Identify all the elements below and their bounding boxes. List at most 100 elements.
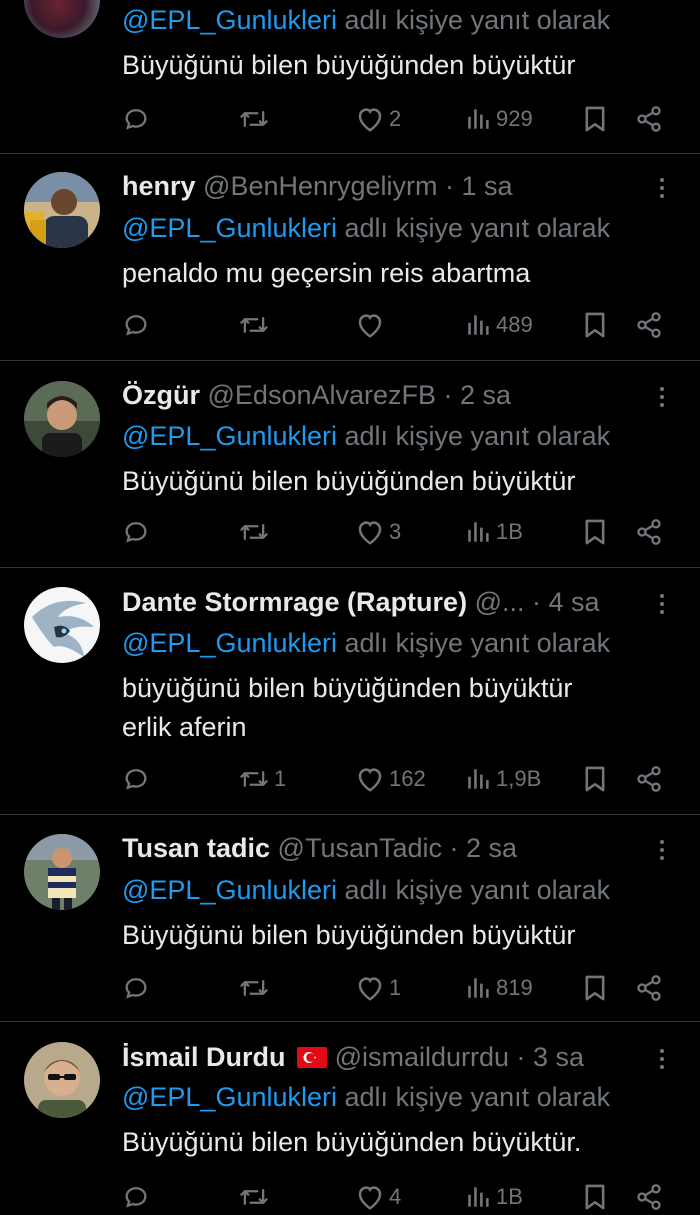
mention-link[interactable]: @EPL_Gunlukleri	[122, 1082, 337, 1112]
mention-link[interactable]: @EPL_Gunlukleri	[122, 5, 337, 35]
more-options-icon[interactable]	[652, 383, 672, 413]
user-handle[interactable]: @...	[475, 587, 525, 617]
bookmark-icon	[582, 311, 608, 339]
like-button[interactable]: 3	[355, 514, 401, 550]
reply-context: @EPL_Gunlukleri adlı kişiye yanıt olarak	[122, 1080, 610, 1114]
bookmark-button[interactable]	[582, 514, 608, 550]
repost-button[interactable]: 1	[238, 761, 286, 797]
bookmark-button[interactable]	[582, 761, 608, 797]
views-count: 1B	[496, 1184, 523, 1209]
avatar[interactable]	[24, 834, 100, 910]
timestamp[interactable]: 4 sa	[549, 587, 600, 617]
share-button[interactable]	[635, 1179, 663, 1215]
reply-context-text: adlı kişiye yanıt olarak	[337, 213, 611, 243]
user-handle[interactable]: @ismaildurrdu	[335, 1042, 509, 1072]
reply-button[interactable]	[122, 1179, 154, 1215]
views-button[interactable]: 1B	[466, 514, 523, 550]
more-options-icon[interactable]	[652, 590, 672, 620]
like-button[interactable]	[355, 307, 389, 343]
views-count: 489	[496, 312, 533, 337]
share-icon	[635, 311, 663, 339]
bookmark-icon	[582, 765, 608, 793]
avatar[interactable]	[24, 381, 100, 457]
share-button[interactable]	[635, 970, 663, 1006]
views-button[interactable]: 929	[466, 101, 533, 137]
like-button[interactable]: 1	[355, 970, 401, 1006]
bookmark-button[interactable]	[582, 970, 608, 1006]
tweet-header: Özgür @EdsonAlvarezFB · 2 sa	[122, 378, 511, 412]
like-button[interactable]: 4	[355, 1179, 401, 1215]
tweet[interactable]: henry @BenHenrygeliyrm · 1 sa @EPL_Gunlu…	[0, 154, 700, 360]
reply-button[interactable]	[122, 514, 154, 550]
user-handle[interactable]: @BenHenrygeliyrm	[203, 171, 437, 201]
tweet-actions: 3 1B	[0, 514, 700, 550]
share-icon	[635, 974, 663, 1002]
reply-icon	[122, 974, 150, 1002]
display-name[interactable]: Dante Stormrage (Rapture)	[122, 587, 467, 617]
reply-button[interactable]	[122, 970, 154, 1006]
more-options-icon[interactable]	[652, 174, 672, 204]
more-options-icon[interactable]	[652, 836, 672, 866]
share-button[interactable]	[635, 761, 663, 797]
share-icon	[635, 518, 663, 546]
avatar[interactable]	[24, 0, 100, 38]
share-button[interactable]	[635, 101, 663, 137]
repost-button[interactable]	[238, 1179, 274, 1215]
views-button[interactable]: 1,9B	[466, 761, 541, 797]
mention-link[interactable]: @EPL_Gunlukleri	[122, 628, 337, 658]
display-name[interactable]: henry	[122, 171, 196, 201]
views-button[interactable]: 1B	[466, 1179, 523, 1215]
user-handle[interactable]: @TusanTadic	[278, 833, 442, 863]
reply-context-text: adlı kişiye yanıt olarak	[337, 5, 611, 35]
heart-icon	[355, 518, 385, 546]
bookmark-button[interactable]	[582, 1179, 608, 1215]
mention-link[interactable]: @EPL_Gunlukleri	[122, 213, 337, 243]
views-icon	[466, 312, 492, 338]
heart-icon	[355, 1183, 385, 1211]
reply-button[interactable]	[122, 307, 154, 343]
repost-button[interactable]	[238, 970, 274, 1006]
tweet-text: Büyüğünü bilen büyüğünden büyüktür	[122, 50, 576, 80]
avatar[interactable]	[24, 172, 100, 248]
avatar[interactable]	[24, 587, 100, 663]
display-name[interactable]: İsmail Durdu	[122, 1042, 286, 1072]
share-button[interactable]	[635, 307, 663, 343]
reply-icon	[122, 105, 150, 133]
tweet[interactable]: Özgür @EdsonAlvarezFB · 2 sa @EPL_Gunluk…	[0, 361, 700, 567]
timestamp[interactable]: 3 sa	[533, 1042, 584, 1072]
mention-link[interactable]: @EPL_Gunlukleri	[122, 421, 337, 451]
more-options-icon[interactable]	[652, 1045, 672, 1075]
reply-button[interactable]	[122, 101, 154, 137]
display-name[interactable]: Özgür	[122, 380, 200, 410]
avatar[interactable]	[24, 1042, 100, 1118]
share-button[interactable]	[635, 514, 663, 550]
repost-button[interactable]	[238, 307, 274, 343]
tweet[interactable]: Tusan tadic @TusanTadic · 2 sa @EPL_Gunl…	[0, 815, 700, 1021]
heart-icon	[355, 974, 385, 1002]
tweet[interactable]: İsmail Durdu @ismaildurrdu · 3 sa @EPL_G…	[0, 1022, 700, 1210]
repost-icon	[238, 518, 270, 546]
reply-button[interactable]	[122, 761, 154, 797]
tweet-text: Büyüğünü bilen büyüğünden büyüktür	[122, 466, 576, 496]
tweet-header: henry @BenHenrygeliyrm · 1 sa	[122, 169, 513, 203]
tweet[interactable]: Dante Stormrage (Rapture) @... · 4 sa @E…	[0, 568, 700, 814]
like-button[interactable]: 162	[355, 761, 426, 797]
views-button[interactable]: 489	[466, 307, 533, 343]
timestamp[interactable]: 2 sa	[460, 380, 511, 410]
display-name[interactable]: Tusan tadic	[122, 833, 270, 863]
timestamp[interactable]: 2 sa	[466, 833, 517, 863]
timestamp[interactable]: 1 sa	[462, 171, 513, 201]
user-handle[interactable]: @EdsonAlvarezFB	[208, 380, 437, 410]
mention-link[interactable]: @EPL_Gunlukleri	[122, 875, 337, 905]
tweet-header: İsmail Durdu @ismaildurrdu · 3 sa	[122, 1040, 584, 1074]
tweet-text: Büyüğünü bilen büyüğünden büyüktür.	[122, 1127, 582, 1157]
heart-icon	[355, 765, 385, 793]
likes-count: 1	[389, 975, 402, 1000]
bookmark-button[interactable]	[582, 307, 608, 343]
tweet[interactable]: @EPL_Gunlukleri adlı kişiye yanıt olarak…	[0, 0, 700, 153]
like-button[interactable]: 2	[355, 101, 401, 137]
views-button[interactable]: 819	[466, 970, 533, 1006]
bookmark-button[interactable]	[582, 101, 608, 137]
repost-button[interactable]	[238, 514, 274, 550]
repost-button[interactable]	[238, 101, 274, 137]
